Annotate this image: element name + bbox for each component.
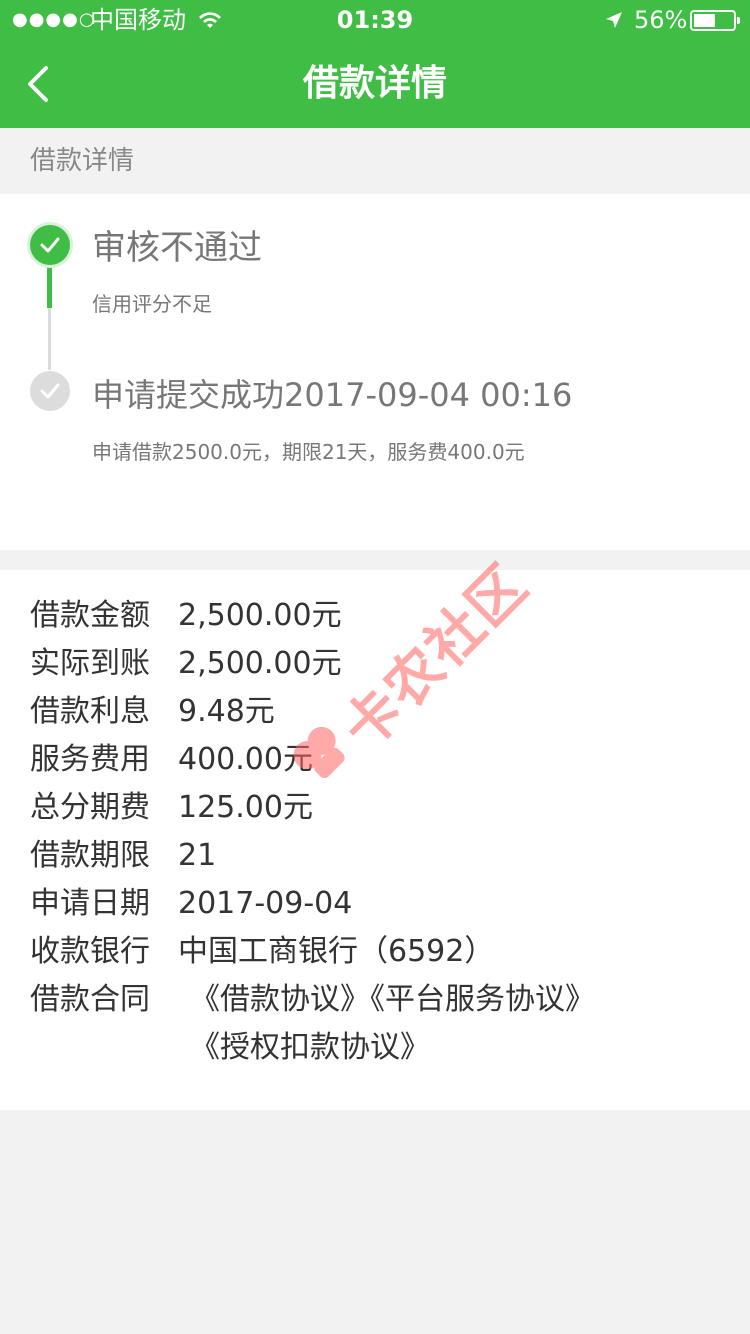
detail-value: 中国工商银行（6592）: [178, 934, 495, 969]
battery-level-fill: [694, 14, 715, 27]
battery-tip: [737, 17, 740, 24]
detail-row-loan-term: 借款期限 21: [30, 832, 216, 880]
detail-row-contract: 借款合同 《借款协议》《平台服务协议》: [30, 976, 595, 1024]
timeline-step-subtitle: 申请借款2500.0元，期限21天，服务费400.0元: [92, 440, 525, 464]
authorized-debit-agreement-link[interactable]: 《授权扣款协议》: [190, 1030, 430, 1065]
loan-agreement-link[interactable]: 《借款协议》: [190, 982, 370, 1017]
detail-label: 申请日期: [30, 886, 150, 921]
timeline-connector-active: [47, 262, 52, 308]
timeline-connector-inactive: [48, 308, 51, 370]
detail-row-service-fee: 服务费用 400.00元: [30, 736, 313, 784]
detail-row-receiving-bank: 收款银行 中国工商银行（6592）: [30, 928, 494, 976]
detail-row-contract-continued: 《授权扣款协议》: [190, 1024, 430, 1072]
detail-row-interest: 借款利息 9.48元: [30, 688, 275, 736]
battery-icon: [690, 10, 740, 31]
checkmark-icon: [40, 383, 60, 399]
section-header: 借款详情: [30, 146, 135, 176]
detail-label: 收款银行: [30, 934, 150, 969]
detail-value: 2,500.00元: [178, 646, 342, 681]
detail-value: 21: [178, 838, 217, 873]
detail-label: 实际到账: [30, 646, 150, 681]
detail-row-installment-fee: 总分期费 125.00元: [30, 784, 313, 832]
status-bar: ●●●●○ 中国移动 01:39 56%: [0, 0, 750, 40]
location-arrow-icon: [606, 12, 622, 28]
platform-service-agreement-link[interactable]: 《平台服务协议》: [370, 982, 595, 1017]
timeline-step-pending-marker: [30, 371, 70, 411]
detail-label: 借款期限: [30, 838, 150, 873]
detail-label: 借款金额: [30, 598, 150, 633]
timeline-step-subtitle: 信用评分不足: [92, 292, 212, 316]
checkmark-icon: [40, 237, 60, 253]
detail-row-loan-amount: 借款金额 2,500.00元: [30, 592, 342, 640]
navigation-bar: 借款详情: [0, 40, 750, 128]
battery-percentage: 56%: [634, 6, 688, 34]
detail-row-apply-date: 申请日期 2017-09-04: [30, 880, 352, 928]
page-title: 借款详情: [302, 63, 447, 104]
loan-details-panel: 借款金额 2,500.00元 实际到账 2,500.00元 借款利息 9.48元 服务…: [0, 570, 750, 1110]
detail-label: 服务费用: [30, 742, 150, 777]
status-timeline: 审核不通过 信用评分不足 申请提交成功2017-09-04 00:16 申请借款…: [0, 194, 750, 550]
detail-label: 总分期费: [30, 790, 150, 825]
timeline-step-title: 申请提交成功2017-09-04 00:16: [92, 376, 573, 414]
detail-value: 9.48元: [178, 694, 275, 729]
detail-value: 2,500.00元: [178, 598, 342, 633]
detail-row-actual-received: 实际到账 2,500.00元: [30, 640, 342, 688]
detail-value: 125.00元: [178, 790, 313, 825]
detail-label: 借款合同: [30, 982, 150, 1017]
timeline-step-title: 审核不通过: [92, 228, 262, 268]
top-bar: ●●●●○ 中国移动 01:39 56% 借款详情: [0, 0, 750, 128]
detail-value: 2017-09-04: [178, 886, 353, 921]
timeline-step-done-marker: [30, 225, 70, 265]
detail-value: 400.00元: [178, 742, 313, 777]
detail-label: 借款利息: [30, 694, 150, 729]
